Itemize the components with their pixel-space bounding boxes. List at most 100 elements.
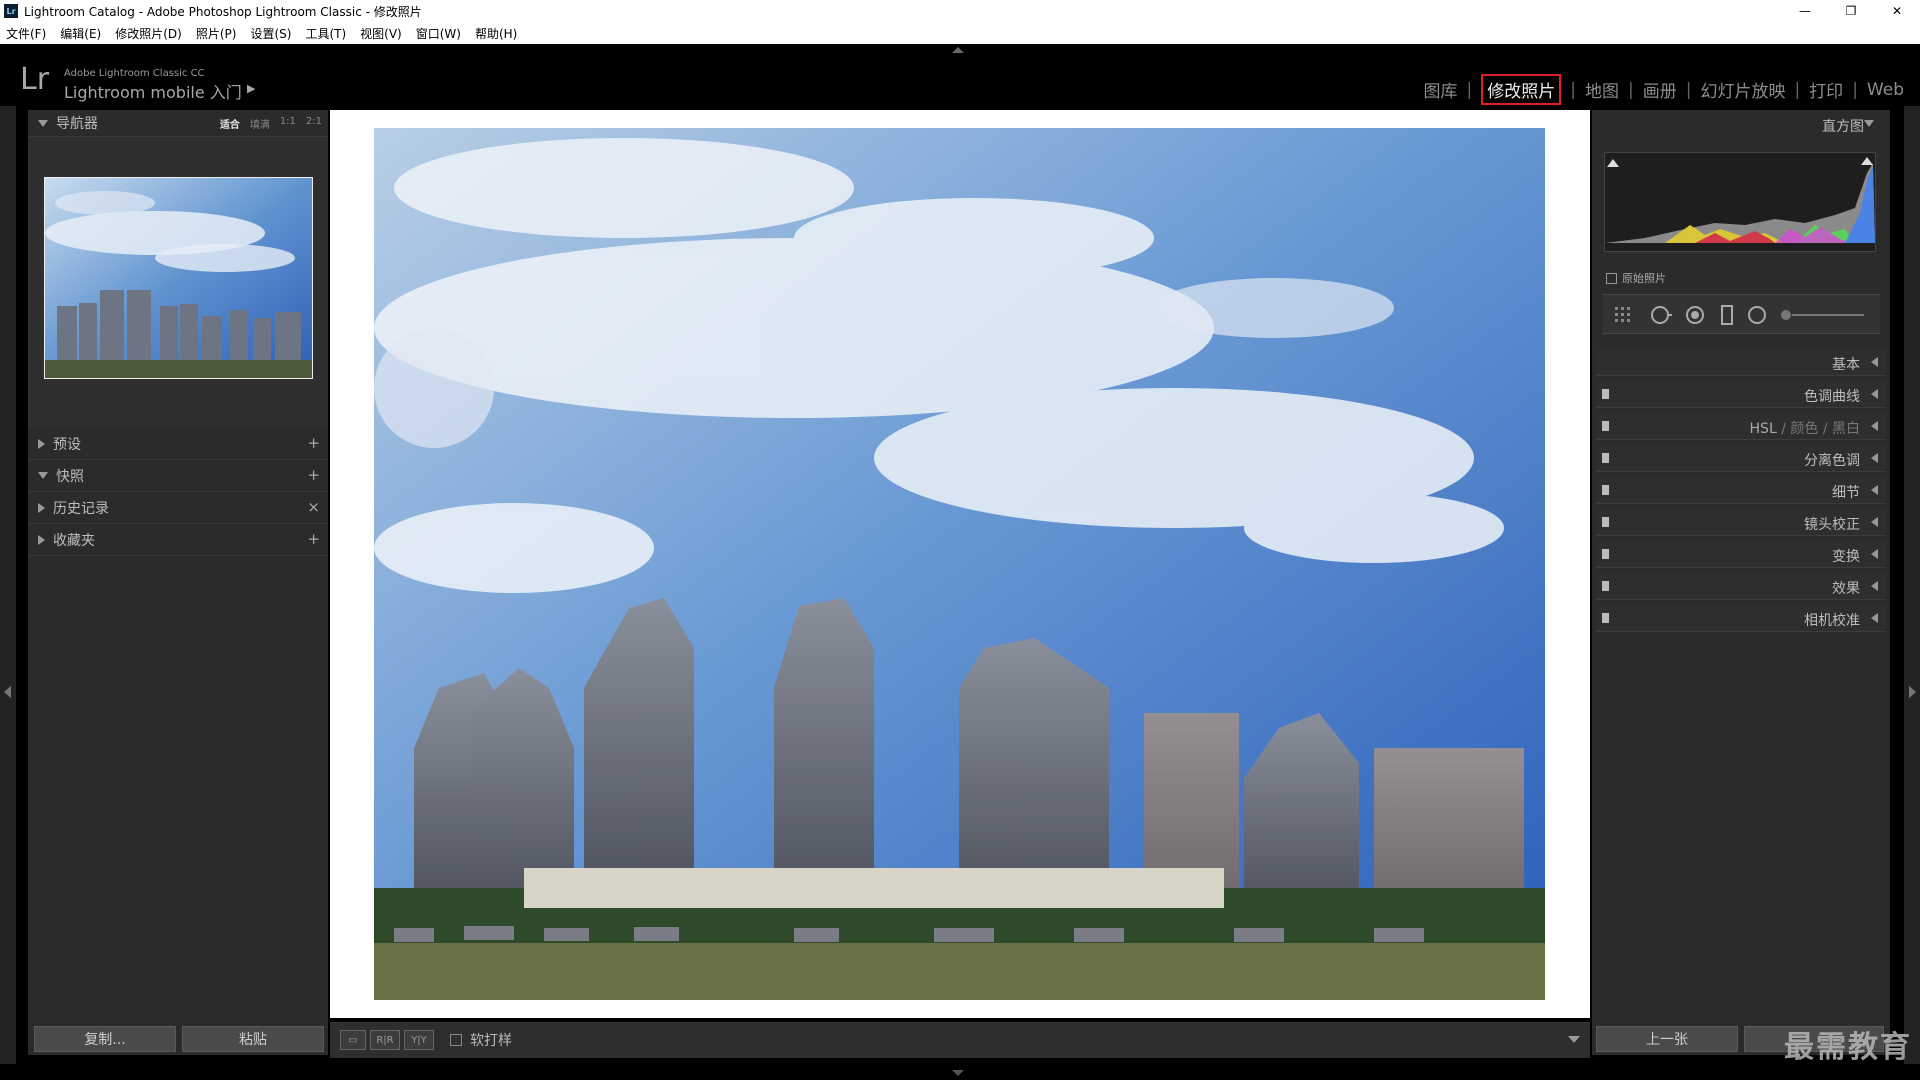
module-library[interactable]: 图库: [1424, 77, 1458, 102]
tone-curve-section[interactable]: 色调曲线: [1596, 380, 1886, 408]
menu-settings[interactable]: 设置(S): [250, 25, 291, 42]
collapsed-triangle-icon: [1871, 421, 1878, 431]
minimize-button[interactable]: —: [1782, 0, 1828, 22]
presets-section[interactable]: 预设 +: [28, 428, 328, 460]
menu-file[interactable]: 文件(F): [6, 25, 46, 42]
detail-section[interactable]: 细节: [1596, 476, 1886, 504]
panel-toggle-switch[interactable]: [1602, 549, 1609, 559]
menu-window[interactable]: 窗口(W): [416, 25, 461, 42]
expand-triangle-icon: [1864, 120, 1874, 127]
clear-history-icon[interactable]: ×: [307, 498, 320, 516]
lightroom-mobile-link[interactable]: Lightroom mobile 入门: [64, 79, 242, 103]
history-label: 历史记录: [53, 500, 109, 517]
panel-toggle-switch[interactable]: [1602, 389, 1609, 399]
develop-toolbar: ▭ R|R Y|Y 软打样: [330, 1022, 1590, 1058]
module-print[interactable]: 打印: [1809, 77, 1843, 102]
red-eye-icon[interactable]: [1684, 305, 1706, 325]
camera-calibration-section[interactable]: 相机校准: [1596, 604, 1886, 632]
menu-edit[interactable]: 编辑(E): [60, 25, 101, 42]
play-arrow-icon[interactable]: ▶: [247, 82, 255, 95]
original-photo-toggle[interactable]: 原始照片: [1606, 270, 1666, 286]
add-snapshot-icon[interactable]: +: [307, 466, 320, 484]
panel-toggle-switch[interactable]: [1602, 517, 1609, 527]
graduated-filter-icon[interactable]: [1716, 305, 1738, 325]
navigator-zoom-options: 适合 填满 1:1 2:1: [220, 116, 322, 131]
original-photo-label: 原始照片: [1622, 272, 1666, 285]
menu-tools[interactable]: 工具(T): [305, 25, 346, 42]
toolbar-menu-icon[interactable]: [1568, 1036, 1580, 1043]
previous-button[interactable]: 上一张: [1596, 1026, 1738, 1052]
restore-button[interactable]: ❐: [1828, 0, 1874, 22]
navigator-header[interactable]: 导航器 适合 填满 1:1 2:1: [28, 110, 328, 136]
module-web[interactable]: Web: [1867, 80, 1904, 100]
crop-grid-icon[interactable]: [1612, 305, 1634, 325]
left-panel-edge[interactable]: [0, 106, 16, 1064]
histogram-header[interactable]: 直方图: [1592, 110, 1890, 136]
collections-section[interactable]: 收藏夹 +: [28, 524, 328, 556]
collapse-left-icon[interactable]: [4, 686, 11, 698]
zoom-fill[interactable]: 填满: [250, 116, 270, 131]
before-after-top-bottom-icon[interactable]: Y|Y: [404, 1030, 434, 1050]
main-photo[interactable]: [374, 128, 1545, 1000]
collapse-right-icon[interactable]: [1909, 686, 1916, 698]
snapshots-section[interactable]: 快照 +: [28, 460, 328, 492]
hsl-tab[interactable]: HSL: [1750, 421, 1777, 437]
soft-proof-checkbox[interactable]: [450, 1034, 462, 1046]
expand-triangle-icon: [38, 119, 48, 127]
zoom-1-1[interactable]: 1:1: [280, 116, 296, 131]
panel-toggle-switch[interactable]: [1602, 613, 1609, 623]
right-panel: 直方图 原始照片 基本 色调曲线 HSL / 颜色 / 黑白 分离色调 细节 镜…: [1592, 110, 1890, 1055]
histogram-title: 直方图: [1822, 119, 1864, 135]
panel-toggle-switch[interactable]: [1602, 581, 1609, 591]
lens-corrections-section[interactable]: 镜头校正: [1596, 508, 1886, 536]
histogram[interactable]: [1604, 152, 1876, 252]
bw-tab[interactable]: 黑白: [1832, 421, 1860, 437]
transform-label: 变换: [1832, 549, 1860, 565]
module-book[interactable]: 画册: [1643, 77, 1677, 102]
adjustment-brush-slider-icon[interactable]: [1778, 305, 1868, 325]
collapse-top-panel-icon[interactable]: [952, 47, 964, 53]
basic-section[interactable]: 基本: [1596, 348, 1886, 376]
separator: /: [1822, 421, 1828, 437]
loupe-view-icon[interactable]: ▭: [340, 1030, 366, 1050]
module-slideshow[interactable]: 幻灯片放映: [1700, 77, 1785, 102]
module-develop[interactable]: 修改照片: [1481, 74, 1562, 105]
split-toning-section[interactable]: 分离色调: [1596, 444, 1886, 472]
menu-develop[interactable]: 修改照片(D): [115, 25, 182, 42]
radial-filter-icon[interactable]: [1746, 305, 1768, 325]
panel-toggle-switch[interactable]: [1602, 485, 1609, 495]
before-after-left-right-icon[interactable]: R|R: [370, 1030, 400, 1050]
right-panel-edge[interactable]: [1904, 106, 1920, 1064]
zoom-2-1[interactable]: 2:1: [306, 116, 322, 131]
panel-toggle-switch[interactable]: [1602, 421, 1609, 431]
close-button[interactable]: ✕: [1874, 0, 1920, 22]
menu-view[interactable]: 视图(V): [360, 25, 402, 42]
tool-strip: [1602, 294, 1880, 334]
module-map[interactable]: 地图: [1585, 77, 1619, 102]
brand-subtitle: Adobe Lightroom Classic CC: [64, 68, 205, 79]
navigator-thumbnail[interactable]: [44, 177, 313, 379]
snapshots-label: 快照: [56, 468, 84, 485]
original-photo-checkbox[interactable]: [1606, 272, 1617, 284]
paste-button[interactable]: 粘贴: [182, 1026, 324, 1052]
collapse-filmstrip-icon[interactable]: [952, 1070, 964, 1076]
watermark-logo: 最需教育: [1784, 1030, 1912, 1065]
color-tab[interactable]: 颜色: [1790, 421, 1818, 437]
expand-triangle-icon: [38, 472, 48, 479]
hsl-section[interactable]: HSL / 颜色 / 黑白: [1596, 412, 1886, 440]
menu-help[interactable]: 帮助(H): [475, 25, 517, 42]
panel-toggle-switch[interactable]: [1602, 453, 1609, 463]
collapsed-triangle-icon: [1871, 549, 1878, 559]
effects-section[interactable]: 效果: [1596, 572, 1886, 600]
collapsed-triangle-icon: [38, 534, 45, 545]
copy-button[interactable]: 复制...: [34, 1026, 176, 1052]
spot-removal-icon[interactable]: [1650, 305, 1672, 325]
transform-section[interactable]: 变换: [1596, 540, 1886, 568]
menu-photo[interactable]: 照片(P): [196, 25, 237, 42]
zoom-fit[interactable]: 适合: [220, 116, 240, 131]
presets-label: 预设: [53, 436, 81, 453]
add-collection-icon[interactable]: +: [307, 530, 320, 548]
add-preset-icon[interactable]: +: [307, 434, 320, 452]
window-title: Lightroom Catalog - Adobe Photoshop Ligh…: [24, 4, 422, 19]
history-section[interactable]: 历史记录 ×: [28, 492, 328, 524]
